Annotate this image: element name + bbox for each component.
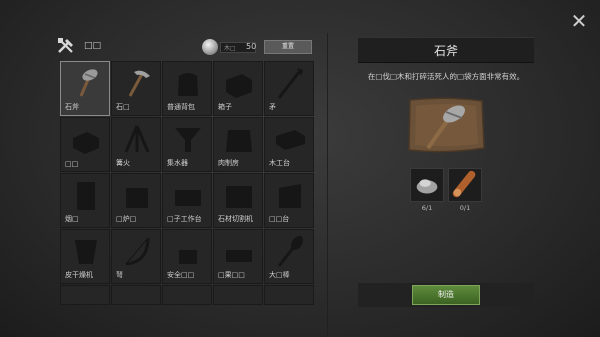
recipe-cell-campfire[interactable]: 篝火 [111, 117, 161, 172]
recipe-cell-stone-cutter[interactable]: 石材切割机 [213, 173, 263, 228]
recipe-cell-partial[interactable] [213, 285, 263, 305]
recipe-label: 肉制房 [218, 159, 239, 167]
recipe-cell-furnace[interactable]: □炉□ [111, 173, 161, 228]
recipe-cell-partial[interactable] [264, 285, 314, 305]
resource-button[interactable]: 重置 [264, 40, 312, 54]
recipe-label: 木工台 [269, 159, 290, 167]
campfire-icon [124, 125, 150, 153]
recipe-cell-club[interactable]: 大□棒 [264, 229, 314, 284]
crafting-list-panel: □□ 木□ 50 重置 石斧 石□ 普通背包 箱子 矛 □□ 篝火 集水器 肉制… [52, 33, 315, 337]
crafting-tools-icon [58, 38, 73, 53]
recipe-cell-backpack[interactable]: 普通背包 [162, 61, 212, 116]
recipe-detail-panel: 石斧 在□伐□木和打碎活死人的□袋方面非常有效。 6/1 0/1 制造 [340, 33, 550, 337]
recipe-label: 矛 [269, 103, 276, 111]
stone-axe-preview-icon [408, 97, 485, 153]
resource-label: 木□ [224, 45, 236, 52]
recipe-cell-workbench[interactable]: 木工台 [264, 117, 314, 172]
crafting-header: □□ 木□ 50 重置 [52, 33, 315, 61]
recipe-cell-hide-dryer[interactable]: 皮干燥机 [60, 229, 110, 284]
stone-pickaxe-icon [128, 70, 150, 97]
recipe-cell-water-collector[interactable]: 集水器 [162, 117, 212, 172]
locked-item-icon [226, 250, 252, 262]
recipe-cell-locked-5[interactable]: □果□□ [213, 229, 263, 284]
stone-icon [416, 179, 438, 194]
recipe-label: 安全□□ [167, 271, 195, 279]
recipe-label: □□台 [269, 215, 290, 223]
recipe-cell-spear[interactable]: 矛 [264, 61, 314, 116]
panel-divider [327, 33, 328, 337]
recipe-cell-meat-dryer[interactable]: 肉制房 [213, 117, 263, 172]
recipe-cell-chest[interactable]: 箱子 [213, 61, 263, 116]
backpack-icon [178, 73, 198, 96]
recipe-label: 集水器 [167, 159, 188, 167]
furnace-icon [126, 188, 148, 208]
ingredient-count: 0/1 [459, 204, 471, 212]
recipe-cell-partial[interactable] [162, 285, 212, 305]
recipe-cell-locked-3[interactable]: □□台 [264, 173, 314, 228]
craft-area: 制造 [358, 283, 534, 307]
recipe-label: □炉□ [116, 215, 137, 223]
detail-title-bar: 石斧 [358, 37, 534, 63]
recipe-cell-stone-axe[interactable]: 石斧 [60, 61, 110, 116]
recipe-label: 弩 [116, 271, 123, 279]
chest-icon [226, 74, 252, 98]
locked-item-icon [73, 132, 99, 154]
recipe-label: 皮干燥机 [65, 271, 93, 279]
recipe-label: 烟□ [65, 215, 79, 223]
locked-item-icon [77, 182, 95, 210]
close-icon[interactable]: ✕ [568, 10, 590, 32]
workbench-icon [276, 130, 305, 150]
locked-item-icon [179, 250, 197, 264]
ingredient-stone[interactable] [410, 168, 444, 202]
recipe-cell-workbench-2[interactable]: □子工作台 [162, 173, 212, 228]
recipe-label: 石材切割机 [218, 215, 253, 223]
recipe-label: 篝火 [116, 159, 130, 167]
bow-icon [125, 237, 150, 266]
recipe-label: □果□□ [218, 271, 245, 279]
recipe-cell-partial[interactable] [111, 285, 161, 305]
ingredient-log[interactable] [448, 168, 482, 202]
club-icon [277, 235, 304, 267]
workbench-icon [175, 190, 201, 206]
spear-icon [277, 68, 303, 99]
water-collector-icon [175, 128, 201, 152]
recipe-cell-locked-1[interactable]: □□ [60, 117, 110, 172]
stone-cutter-icon [226, 186, 252, 208]
recipe-label: 箱子 [218, 103, 232, 111]
recipe-label: □□ [65, 160, 79, 168]
hide-dryer-icon [75, 240, 97, 264]
locked-item-icon [279, 184, 301, 208]
craft-button[interactable]: 制造 [412, 285, 480, 305]
recipe-label: 石斧 [65, 103, 79, 111]
resource-icon [202, 39, 218, 55]
recipe-cell-partial[interactable] [60, 285, 110, 305]
recipe-cell-bow[interactable]: 弩 [111, 229, 161, 284]
meat-dryer-icon [226, 130, 252, 152]
detail-title: 石斧 [433, 44, 458, 58]
detail-description: 在□伐□木和打碎活死人的□袋方面非常有效。 [367, 72, 525, 81]
recipe-cell-locked-4[interactable]: 安全□□ [162, 229, 212, 284]
recipe-label: □子工作台 [167, 215, 202, 223]
ingredient-count: 6/1 [421, 204, 433, 212]
recipe-label: 石□ [116, 103, 130, 111]
recipe-label: 大□棒 [269, 271, 290, 279]
log-icon [452, 170, 476, 198]
recipe-cell-locked-2[interactable]: 烟□ [60, 173, 110, 228]
recipe-cell-stone-pickaxe[interactable]: 石□ [111, 61, 161, 116]
stone-axe-icon [79, 69, 98, 97]
resource-count: 50 [246, 42, 257, 51]
recipe-label: 普通背包 [167, 103, 195, 111]
crafting-title: □□ [84, 41, 102, 51]
